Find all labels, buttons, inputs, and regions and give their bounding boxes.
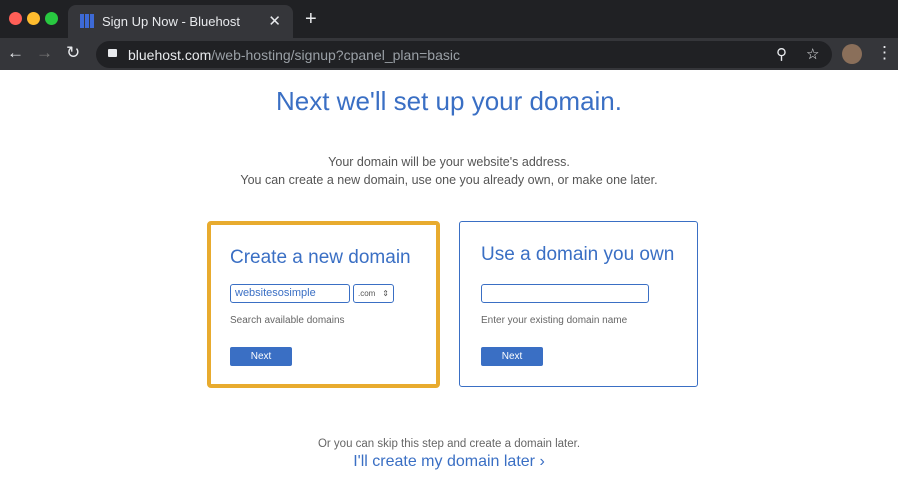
tld-value: .com <box>358 289 376 298</box>
input-hint: Enter your existing domain name <box>481 315 628 326</box>
tab-bar: Sign Up Now - Bluehost ✕ + <box>0 0 898 38</box>
input-value: websitesosimple <box>235 287 316 299</box>
existing-domain-input[interactable] <box>481 284 649 303</box>
back-icon[interactable]: ← <box>7 43 24 63</box>
close-tab-icon[interactable]: ✕ <box>268 12 281 30</box>
skip-text: Or you can skip this step and create a d… <box>317 438 581 450</box>
address-bar[interactable]: bluehost.com/web-hosting/signup?cpanel_p… <box>96 41 832 68</box>
card-heading: Create a new domain <box>230 247 411 268</box>
avatar[interactable] <box>842 44 862 64</box>
input-hint: Search available domains <box>230 315 345 326</box>
page-title: Next we'll set up your domain. <box>275 86 622 116</box>
browser-toolbar: ← → ↻ bluehost.com/web-hosting/signup?cp… <box>0 38 898 70</box>
tab-title: Sign Up Now - Bluehost <box>102 14 241 29</box>
new-domain-input[interactable]: websitesosimple <box>230 284 350 303</box>
select-arrows-icon: ⇕ <box>382 289 389 298</box>
reload-icon[interactable]: ↻ <box>66 43 80 63</box>
forward-icon[interactable]: → <box>36 43 53 63</box>
card-heading: Use a domain you own <box>481 244 675 265</box>
minimize-window-button[interactable] <box>27 12 40 25</box>
zoom-icon[interactable]: ⚲ <box>776 45 787 63</box>
create-domain-card[interactable]: Create a new domain websitesosimple .com… <box>207 221 440 388</box>
lock-icon <box>108 49 117 57</box>
bluehost-favicon-icon <box>80 14 94 28</box>
url-domain: bluehost.com <box>128 47 212 63</box>
link-label: I'll create my domain later <box>353 453 535 470</box>
create-later-link[interactable]: I'll create my domain later › <box>0 453 898 471</box>
url-path: /web-hosting/signup?cpanel_plan=basic <box>211 47 460 63</box>
own-domain-next-button[interactable]: Next <box>481 347 543 366</box>
new-tab-button[interactable]: + <box>305 8 317 31</box>
chevron-right-icon: › <box>539 453 545 470</box>
page-subtitle: Your domain will be your website's addre… <box>0 153 898 189</box>
more-menu-icon[interactable]: ⋮ <box>876 43 893 63</box>
maximize-window-button[interactable] <box>45 12 58 25</box>
bookmark-star-icon[interactable]: ☆ <box>806 45 819 63</box>
close-window-button[interactable] <box>9 12 22 25</box>
browser-tab[interactable]: Sign Up Now - Bluehost ✕ <box>68 5 293 38</box>
own-domain-card[interactable]: Use a domain you own Enter your existing… <box>459 221 698 387</box>
new-domain-next-button[interactable]: Next <box>230 347 292 366</box>
tld-select[interactable]: .com ⇕ <box>353 284 394 303</box>
subtitle-line: Your domain will be your website's addre… <box>328 155 570 169</box>
subtitle-line: You can create a new domain, use one you… <box>240 173 658 187</box>
